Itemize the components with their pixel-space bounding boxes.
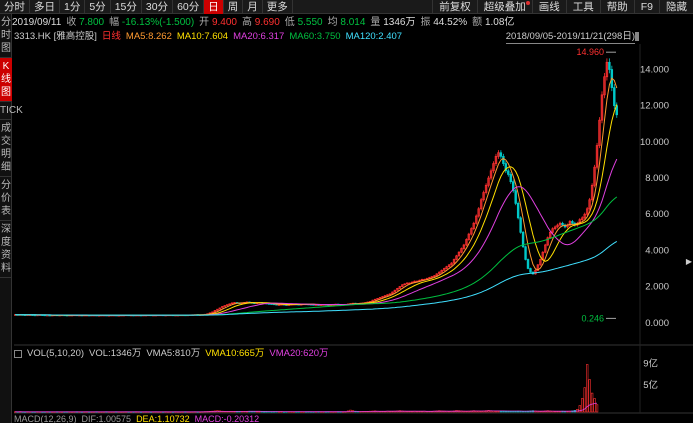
vol-tick-label: 9亿 bbox=[643, 357, 658, 369]
vol-title: VOL(5,10,20) bbox=[27, 348, 85, 359]
volume-legend: VOL(5,10,20) VOL:1346万 VMA5:810万 VMA10:6… bbox=[14, 348, 329, 359]
settings-box-icon[interactable] bbox=[14, 350, 22, 358]
candle-body bbox=[608, 61, 611, 70]
y-tick-label: 14.000 bbox=[640, 65, 669, 76]
volume-bar bbox=[509, 411, 512, 413]
candle-body bbox=[514, 190, 517, 204]
dea-label: DEA:1.10732 bbox=[136, 414, 190, 423]
volume-bar bbox=[590, 392, 594, 413]
candle-body bbox=[519, 217, 522, 233]
volume-bar bbox=[512, 411, 515, 413]
volume-bar bbox=[593, 398, 596, 413]
volume-bar bbox=[494, 410, 498, 413]
macd-legend: MACD(12,26,9) DIF:1.00575 DEA:1.10732 MA… bbox=[14, 414, 259, 423]
volume-bar bbox=[588, 379, 591, 413]
candle-body bbox=[509, 174, 512, 183]
y-tick-label: 8.000 bbox=[645, 173, 669, 184]
candle-body bbox=[529, 268, 532, 273]
max-marker-label: 14.960 bbox=[576, 47, 604, 57]
candle-body bbox=[571, 221, 574, 224]
candle-body bbox=[502, 155, 505, 164]
volume-bar bbox=[519, 411, 522, 413]
candle-body bbox=[561, 222, 564, 226]
volume-bar bbox=[499, 410, 503, 413]
macd-title: MACD(12,26,9) bbox=[14, 414, 77, 423]
y-tick-label: 6.000 bbox=[645, 209, 669, 220]
vma20-label: VMA20:620万 bbox=[269, 348, 329, 359]
kline-chart[interactable]: 14.000 12.000 10.000 8.000 6.000 4.000 2.000 0.… bbox=[0, 0, 693, 423]
vol-tick-label: 5亿 bbox=[643, 379, 658, 391]
y-tick-label: 0.000 bbox=[645, 318, 669, 329]
y-tick-label: 12.000 bbox=[640, 101, 669, 112]
volume-bar bbox=[586, 364, 589, 413]
ma10-line bbox=[15, 104, 618, 316]
volume-bar bbox=[514, 411, 517, 413]
candle-body bbox=[524, 246, 527, 260]
y-tick-label: 4.000 bbox=[645, 245, 669, 256]
vma5-label: VMA5:810万 bbox=[146, 348, 201, 359]
vma20-line bbox=[15, 402, 598, 413]
ma5-line bbox=[15, 77, 618, 316]
vma10-label: VMA10:665万 bbox=[205, 348, 265, 359]
volume-bar bbox=[521, 411, 525, 413]
y-tick-label: 2.000 bbox=[645, 282, 669, 293]
scroll-right-icon[interactable]: ▶ bbox=[685, 257, 693, 267]
candle-body bbox=[507, 170, 510, 175]
candle-body bbox=[499, 152, 503, 157]
volume-bar bbox=[595, 404, 599, 413]
volume-bar bbox=[497, 411, 500, 413]
vol-value: VOL:1346万 bbox=[89, 348, 142, 359]
candle-body bbox=[516, 203, 520, 219]
y-tick-label: 10.000 bbox=[640, 137, 669, 148]
candle-body bbox=[613, 87, 616, 107]
min-marker-label: 0.246 bbox=[581, 313, 604, 323]
macd-label: MACD:-0.20312 bbox=[194, 414, 260, 423]
candle-body bbox=[526, 259, 530, 269]
dif-label: DIF:1.00575 bbox=[81, 414, 132, 423]
